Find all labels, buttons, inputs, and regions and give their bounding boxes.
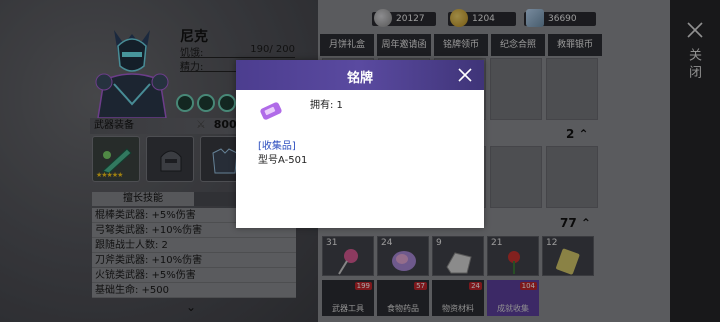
nameplate-icon [260,102,282,120]
dialog-title: 铭牌 [346,71,373,86]
item-detail-dialog: 铭牌 拥有: 1 [收集品] 型号A-501 [236,60,484,228]
item-name: 型号A-501 [258,155,308,166]
item-category-tag: [收集品] [258,141,296,152]
close-icon[interactable] [456,66,474,84]
game-screen: 尼克 饥饿: 190/ 200 精力: 武器装备 ⚔ 800 ★★★★★ 擅长技… [0,0,720,322]
owned-count: 拥有: 1 [310,100,343,111]
dialog-header: 铭牌 [236,60,484,90]
